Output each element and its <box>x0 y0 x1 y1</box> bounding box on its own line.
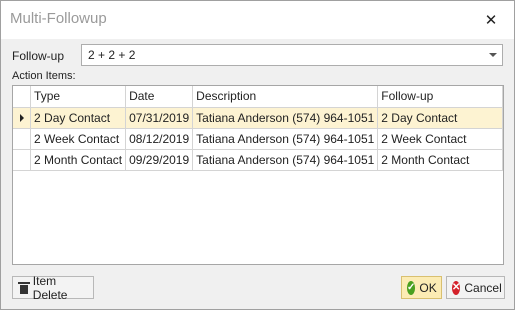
cell-followup[interactable]: 2 Month Contact <box>377 149 503 171</box>
cell-description[interactable]: Tatiana Anderson (574) 964-1051 <box>192 149 379 171</box>
cancel-label: Cancel <box>464 280 502 295</box>
row-indicator <box>13 149 32 171</box>
ok-label: OK <box>419 280 437 295</box>
chevron-down-icon[interactable] <box>484 45 502 65</box>
row-pointer-icon <box>19 113 24 122</box>
followup-combobox[interactable]: 2 + 2 + 2 <box>81 44 503 66</box>
column-header-date[interactable]: Date <box>125 86 194 108</box>
column-header-followup[interactable]: Follow-up <box>377 86 503 108</box>
table-header-row: Type Date Description Follow-up <box>13 86 503 108</box>
cancel-button[interactable]: ✕ Cancel <box>446 276 505 299</box>
action-items-label: Action Items: <box>12 70 76 82</box>
close-icon[interactable]: ✕ <box>480 9 502 31</box>
table-row[interactable]: 2 Day Contact 07/31/2019 Tatiana Anderso… <box>13 107 503 129</box>
trash-icon <box>18 281 30 294</box>
table-row[interactable]: 2 Month Contact 09/29/2019 Tatiana Ander… <box>13 149 503 171</box>
followup-label: Follow-up <box>12 49 65 63</box>
cell-followup[interactable]: 2 Day Contact <box>377 107 503 129</box>
cell-followup[interactable]: 2 Week Contact <box>377 128 503 150</box>
cell-description[interactable]: Tatiana Anderson (574) 964-1051 <box>192 128 379 150</box>
cell-date[interactable]: 08/12/2019 <box>125 128 194 150</box>
item-delete-button[interactable]: Item Delete <box>12 273 94 302</box>
check-icon: ✓ <box>407 280 416 295</box>
cell-date[interactable]: 07/31/2019 <box>125 107 194 129</box>
cancel-icon: ✕ <box>452 280 461 295</box>
column-header-description[interactable]: Description <box>192 86 379 108</box>
cell-type[interactable]: 2 Month Contact <box>30 149 127 171</box>
title-bar: Multi-Followup ✕ <box>1 1 514 39</box>
cell-type[interactable]: 2 Week Contact <box>30 128 127 150</box>
row-indicator-header <box>13 86 32 108</box>
action-items-table: Type Date Description Follow-up 2 Day Co… <box>13 86 503 171</box>
item-delete-label: Item Delete <box>32 273 68 302</box>
row-indicator <box>13 107 32 129</box>
cell-description[interactable]: Tatiana Anderson (574) 964-1051 <box>192 107 379 129</box>
window-title: Multi-Followup <box>10 10 107 27</box>
cell-date[interactable]: 09/29/2019 <box>125 149 194 171</box>
column-header-type[interactable]: Type <box>30 86 127 108</box>
row-indicator <box>13 128 32 150</box>
cell-type[interactable]: 2 Day Contact <box>30 107 127 129</box>
table-row[interactable]: 2 Week Contact 08/12/2019 Tatiana Anders… <box>13 128 503 150</box>
multi-followup-dialog: Multi-Followup ✕ Follow-up 2 + 2 + 2 Act… <box>0 0 515 310</box>
followup-value: 2 + 2 + 2 <box>88 48 136 62</box>
ok-button[interactable]: ✓ OK <box>401 276 442 299</box>
action-items-grid[interactable]: Type Date Description Follow-up 2 Day Co… <box>12 85 504 265</box>
